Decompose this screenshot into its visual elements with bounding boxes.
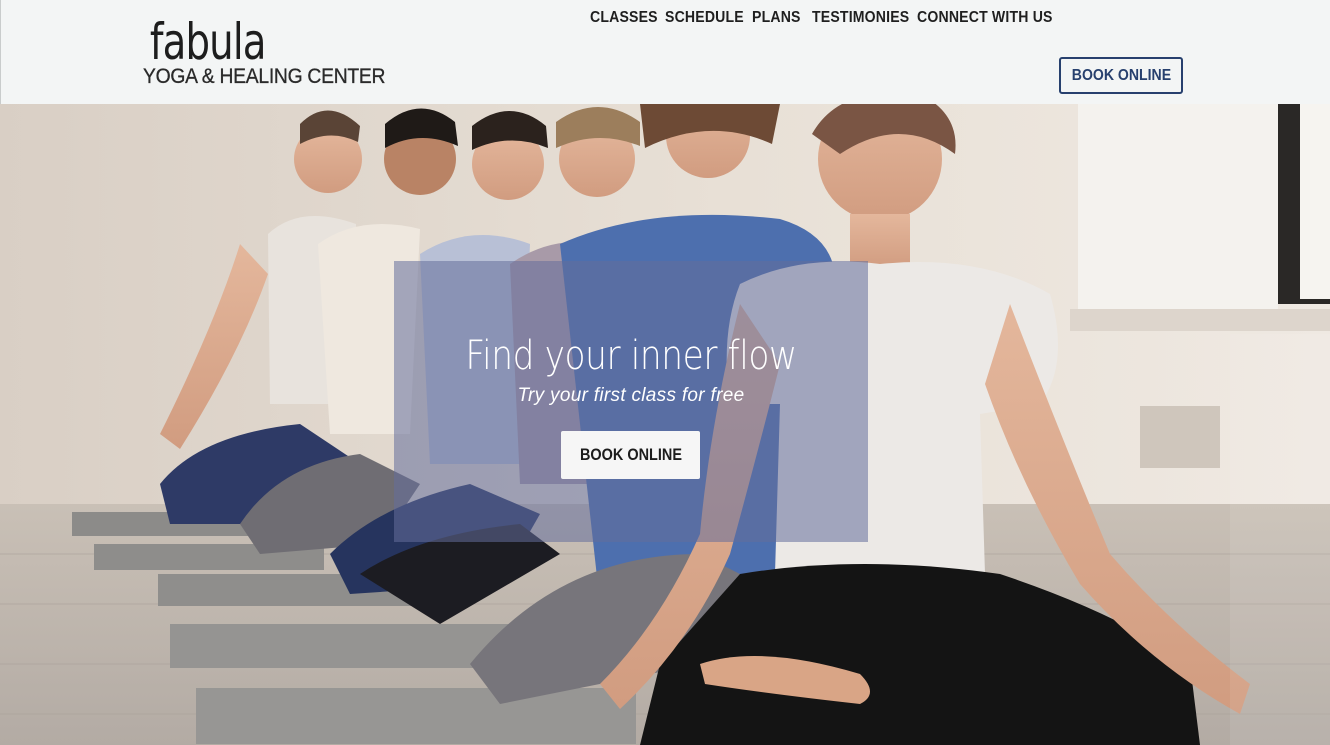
nav-schedule[interactable]: SCHEDULE (665, 9, 744, 27)
logo-tagline: YOGA & HEALING CENTER (143, 65, 386, 88)
logo-wordmark: fabula (149, 13, 267, 71)
page: fabula YOGA & HEALING CENTER CLASSES SCH… (0, 0, 1330, 745)
hero-section: Find your inner flow Try your first clas… (0, 104, 1330, 745)
nav-plans[interactable]: PLANS (752, 9, 801, 27)
nav-testimonies[interactable]: TESTIMONIES (812, 9, 909, 27)
hero-title: Find your inner flow (465, 333, 797, 379)
nav-connect-with-us[interactable]: CONNECT WITH US (917, 9, 1053, 27)
logo[interactable]: fabula YOGA & HEALING CENTER (143, 14, 406, 88)
hero-book-online-button[interactable]: BOOK ONLINE (561, 431, 700, 479)
nav-classes[interactable]: CLASSES (590, 9, 658, 27)
header-book-online-label: BOOK ONLINE (1071, 66, 1171, 84)
hero-subtitle: Try your first class for free (517, 385, 745, 406)
header-book-online-button[interactable]: BOOK ONLINE (1059, 57, 1183, 94)
hero-book-online-label: BOOK ONLINE (579, 445, 682, 464)
site-header: fabula YOGA & HEALING CENTER CLASSES SCH… (0, 0, 1330, 104)
